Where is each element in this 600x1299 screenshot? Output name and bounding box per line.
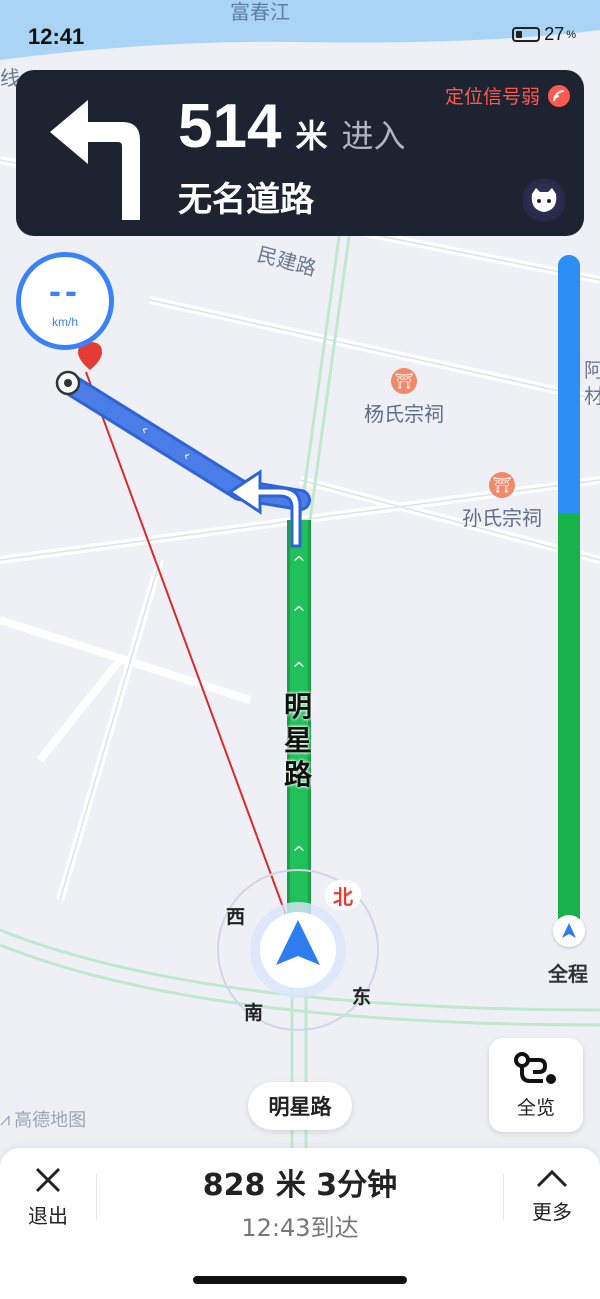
compass-west: 西 — [226, 906, 246, 928]
svg-text:^: ^ — [292, 553, 305, 572]
pagoda-icon: ⛩ — [489, 472, 515, 498]
amap-logo-icon: ⩘ — [0, 1108, 11, 1130]
trip-summary[interactable]: 828 米 3分钟 12:43到达 — [100, 1160, 500, 1243]
distance-value: 514 — [178, 92, 282, 161]
more-button[interactable]: 更多 — [522, 1166, 582, 1236]
voice-assistant-icon[interactable] — [522, 178, 566, 222]
weak-signal-icon — [548, 84, 570, 107]
edge-label-right-1: 阿 — [584, 358, 600, 382]
compass-south: 南 — [244, 1002, 264, 1024]
route-progress-remaining — [558, 255, 580, 514]
status-bar: 12:41 27% — [0, 0, 600, 70]
turn-left-arrow-icon — [50, 100, 140, 220]
distance-unit: 米 — [295, 117, 328, 155]
progress-location-icon — [553, 915, 585, 947]
status-time: 12:41 — [28, 24, 85, 49]
compass-east: 东 — [352, 986, 372, 1008]
battery-icon — [512, 27, 541, 42]
pagoda-icon: ⛩ — [391, 368, 417, 394]
home-indicator[interactable] — [193, 1276, 407, 1284]
close-icon — [35, 1167, 61, 1193]
speed-unit: km/h — [51, 315, 78, 329]
divider — [96, 1174, 97, 1220]
route-progress-bar — [558, 255, 580, 935]
poi-yang-ancestral-hall[interactable]: ⛩ 杨氏宗祠 — [364, 368, 444, 427]
poi-label: 孙氏宗祠 — [462, 506, 542, 530]
maneuver-distance: 514 米 进入 — [178, 96, 405, 158]
route-progress-label: 全程 — [548, 962, 588, 986]
next-road-name: 无名道路 — [178, 180, 314, 220]
battery-percent: 27 — [544, 24, 565, 44]
poi-label: 杨氏宗祠 — [364, 402, 444, 426]
compass-north-badge[interactable]: 北 — [325, 880, 361, 910]
route-overview-icon — [514, 1051, 556, 1084]
battery-indicator: 27% — [512, 24, 576, 45]
speed-indicator: -- km/h — [16, 252, 114, 350]
remaining-distance-time: 828 米 3分钟 — [202, 1168, 398, 1203]
svg-text:^: ^ — [292, 659, 305, 678]
poi-sun-ancestral-hall[interactable]: ⛩ 孙氏宗祠 — [462, 472, 542, 531]
map-watermark: ⩘ 高德地图 — [0, 1106, 86, 1132]
road-label-mingxing: 明 星 路 — [284, 690, 312, 792]
overview-label: 全览 — [516, 1096, 555, 1119]
gps-signal-warning: 定位信号弱 — [445, 82, 570, 109]
road-label-char-1: 明 — [284, 690, 313, 723]
overview-button[interactable]: 全览 — [489, 1038, 583, 1132]
road-label-char-3: 路 — [284, 758, 313, 791]
speed-value: -- — [49, 270, 81, 311]
svg-text:^: ^ — [292, 603, 305, 622]
current-location-arrow-icon — [258, 910, 338, 990]
exit-button[interactable]: 退出 — [18, 1166, 78, 1236]
arrival-time: 12:43到达 — [241, 1214, 359, 1242]
signal-warning-text: 定位信号弱 — [444, 86, 540, 108]
turn-guidance-card[interactable]: 514 米 进入 无名道路 定位信号弱 — [16, 70, 584, 236]
current-road-pill: 明星路 — [248, 1082, 352, 1130]
more-label: 更多 — [532, 1200, 572, 1224]
exit-label: 退出 — [28, 1204, 68, 1228]
road-label-char-2: 星 — [284, 724, 313, 757]
svg-text:^: ^ — [292, 843, 305, 862]
maneuver-action: 进入 — [341, 117, 406, 155]
watermark-text: 高德地图 — [14, 1110, 87, 1131]
edge-label-right-2: 材 — [584, 384, 600, 408]
divider — [503, 1174, 504, 1220]
chevron-up-icon — [536, 1169, 568, 1188]
battery-percent-symbol: % — [566, 28, 576, 41]
